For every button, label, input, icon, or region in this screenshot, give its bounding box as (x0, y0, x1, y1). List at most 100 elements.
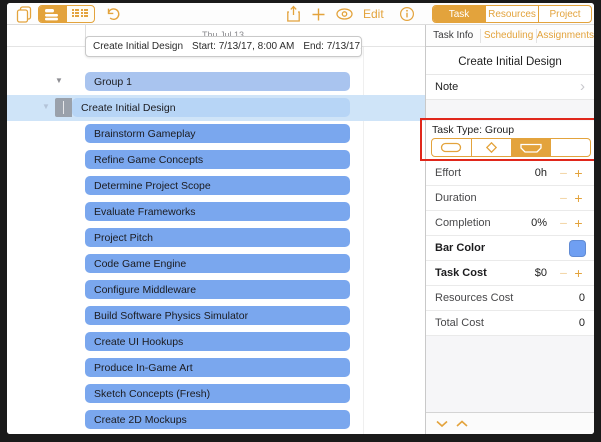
task-view-icon[interactable] (39, 6, 67, 22)
task-bar-label: Sketch Concepts (Fresh) (94, 388, 210, 400)
task-bar-label: Create Initial Design (81, 102, 176, 114)
resources-cost-value: 0 (579, 292, 585, 304)
task-bar[interactable]: Project Pitch (85, 228, 350, 247)
task-bar-label: Create UI Hookups (94, 336, 183, 348)
field-row-duration: Duration − + (426, 186, 594, 211)
task-bar-label: Group 1 (94, 76, 132, 88)
task-dates-callout: Create Initial Design Start: 7/13/17, 8:… (85, 36, 362, 57)
field-row-bar-color: Bar Color (426, 236, 594, 261)
task-bar-label: Build Software Physics Simulator (94, 310, 248, 322)
note-label: Note (435, 81, 458, 93)
task-bar-label: Configure Middleware (94, 284, 196, 296)
task-bar[interactable]: Build Software Physics Simulator (85, 306, 350, 325)
task-row: Create UI Hookups (7, 329, 425, 355)
task-bar-label: Brainstorm Gameplay (94, 128, 196, 140)
bar-color-swatch[interactable] (569, 240, 586, 257)
task-row: Determine Project Scope (7, 173, 425, 199)
toolbar: Edit Task Resources Project (7, 3, 594, 25)
task-bar[interactable]: Sketch Concepts (Fresh) (85, 384, 350, 403)
field-row-resources-cost: Resources Cost 0 (426, 286, 594, 311)
task-bar-label: Create 2D Mockups (94, 414, 187, 426)
decrement-button[interactable]: − (556, 215, 571, 231)
task-bar[interactable]: Configure Middleware (85, 280, 350, 299)
tab-assignments[interactable]: Assignments (536, 29, 594, 43)
decrement-button[interactable]: − (556, 265, 571, 281)
task-type-milestone-icon[interactable] (471, 139, 511, 156)
increment-button[interactable]: + (571, 215, 586, 231)
task-cost-value: $0 (535, 267, 547, 279)
task-bar-label: Determine Project Scope (94, 180, 211, 192)
callout-title: Create Initial Design (93, 41, 183, 52)
decrement-button[interactable]: − (556, 190, 571, 206)
disclosure-triangle-icon[interactable]: ▼ (42, 102, 50, 111)
increment-button[interactable]: + (571, 165, 586, 181)
task-bar-label: Produce In-Game Art (94, 362, 193, 374)
task-type-label: Task Type: Group (432, 124, 514, 136)
tab-scheduling[interactable]: Scheduling (480, 29, 535, 43)
app-window: Edit Task Resources Project Thu Jul 13 C… (7, 3, 594, 434)
task-bar[interactable]: Evaluate Frameworks (85, 202, 350, 221)
task-row: Evaluate Frameworks (7, 199, 425, 225)
task-row: ▼ Group 1 (7, 69, 425, 95)
tab-resources[interactable]: Resources (485, 6, 538, 22)
task-bar[interactable]: Refine Game Concepts (85, 150, 350, 169)
total-cost-value: 0 (579, 317, 585, 329)
task-bar-label: Project Pitch (94, 232, 153, 244)
task-type-group-icon[interactable] (511, 139, 551, 156)
device-frame: Edit Task Resources Project Thu Jul 13 C… (0, 0, 601, 442)
field-row-effort: Effort 0h − + (426, 161, 594, 186)
view-switcher (38, 5, 95, 23)
tab-project[interactable]: Project (538, 6, 591, 22)
completion-value: 0% (531, 217, 547, 229)
task-bar[interactable]: Brainstorm Gameplay (85, 124, 350, 143)
inspector-fields: Effort 0h − + Duration − + Completion 0%… (426, 161, 594, 336)
undo-icon[interactable] (104, 3, 121, 25)
eye-icon[interactable] (335, 3, 354, 25)
task-bar[interactable]: Determine Project Scope (85, 176, 350, 195)
bar-drag-handle[interactable] (55, 98, 72, 117)
tab-task-info[interactable]: Task Info (426, 29, 480, 43)
task-type-hammock-option[interactable] (550, 139, 590, 156)
task-type-task-icon[interactable] (432, 139, 471, 156)
task-row: Project Pitch (7, 225, 425, 251)
task-row: Code Game Engine (7, 251, 425, 277)
decrement-button[interactable]: − (556, 165, 571, 181)
callout-end: End: 7/13/17, 8:00 AM (303, 41, 362, 52)
callout-start: Start: 7/13/17, 8:00 AM (192, 41, 294, 52)
task-bar[interactable]: Produce In-Game Art (85, 358, 350, 377)
disclosure-triangle-icon[interactable]: ▼ (55, 76, 63, 85)
task-title: Create Initial Design (426, 47, 594, 75)
task-bar[interactable]: Create UI Hookups (85, 332, 350, 351)
plus-icon[interactable] (311, 3, 326, 25)
chevron-down-icon[interactable] (435, 419, 449, 428)
increment-button[interactable]: + (571, 190, 586, 206)
task-row: Refine Game Concepts (7, 147, 425, 173)
task-row: Brainstorm Gameplay (7, 121, 425, 147)
task-row: Configure Middleware (7, 277, 425, 303)
field-row-task-cost: Task Cost $0 − + (426, 261, 594, 286)
task-bar[interactable]: Code Game Engine (85, 254, 350, 273)
share-icon[interactable] (286, 3, 301, 25)
info-icon[interactable] (399, 3, 415, 25)
section-gap (426, 100, 594, 121)
task-bar[interactable]: Create Initial Design (72, 98, 350, 117)
task-bar-label: Evaluate Frameworks (94, 206, 196, 218)
gantt-panel: Thu Jul 13 Create Initial Design Start: … (7, 25, 425, 434)
documents-icon[interactable] (15, 3, 34, 25)
task-rows: ▼ Group 1 ▼ Create Initial Design Brains… (7, 69, 425, 433)
tab-task[interactable]: Task (433, 6, 485, 22)
task-bar-label: Code Game Engine (94, 258, 186, 270)
edit-label: Edit (363, 7, 384, 21)
task-row-selected[interactable]: ▼ Create Initial Design (7, 95, 425, 121)
note-row[interactable]: Note › (426, 75, 594, 100)
increment-button[interactable]: + (571, 265, 586, 281)
outline-view-icon[interactable] (67, 6, 95, 22)
chevron-up-icon[interactable] (455, 419, 469, 428)
task-bar[interactable]: Create 2D Mockups (85, 410, 350, 429)
inspector-mode-tabs: Task Resources Project (432, 5, 592, 23)
task-bar-label: Refine Game Concepts (94, 154, 203, 166)
task-bar[interactable]: Group 1 (85, 72, 350, 91)
edit-button[interactable]: Edit (363, 3, 384, 25)
task-type-segmented-control (431, 138, 591, 157)
task-row: Sketch Concepts (Fresh) (7, 381, 425, 407)
